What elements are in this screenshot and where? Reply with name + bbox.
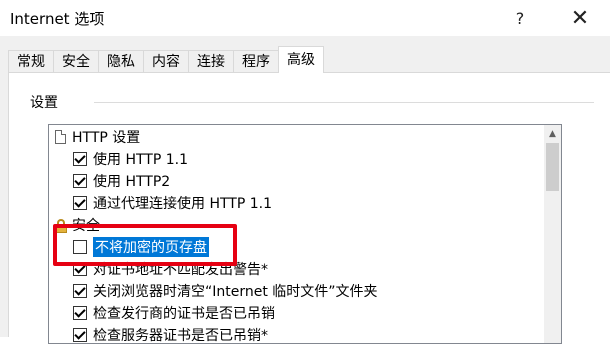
- tab-content[interactable]: 内容: [143, 50, 189, 73]
- checkbox[interactable]: [73, 306, 87, 320]
- tab-advanced[interactable]: 高级: [278, 46, 324, 73]
- settings-group-label: 设置: [30, 92, 64, 112]
- tab-security[interactable]: 安全: [53, 50, 99, 73]
- item-label: HTTP 设置: [72, 130, 141, 146]
- list-item-clear-temp-files[interactable]: 关闭浏览器时清空“Internet 临时文件”文件夹: [73, 280, 378, 302]
- list-item-http11[interactable]: 使用 HTTP 1.1: [73, 148, 188, 170]
- item-label: 检查发行商的证书是否已吊销: [93, 306, 275, 322]
- lock-icon: [55, 218, 67, 233]
- close-button[interactable]: ✕: [560, 4, 600, 32]
- scroll-thumb[interactable]: [546, 143, 559, 191]
- list-item-publisher-revocation[interactable]: 检查发行商的证书是否已吊销: [73, 302, 275, 324]
- list-item-proxy-http11[interactable]: 通过代理连接使用 HTTP 1.1: [73, 192, 272, 214]
- list-item-http-settings: HTTP 设置: [55, 126, 140, 148]
- item-label: 对证书地址不匹配发出警告*: [93, 262, 268, 278]
- group-divider: [94, 102, 594, 103]
- tab-connections[interactable]: 连接: [188, 50, 234, 73]
- document-icon: [55, 130, 66, 144]
- list-item-no-save-encrypted[interactable]: 不将加密的页存盘: [73, 236, 209, 258]
- tab-privacy[interactable]: 隐私: [98, 50, 144, 73]
- item-label: 不将加密的页存盘: [93, 237, 209, 257]
- checkbox[interactable]: [73, 152, 87, 166]
- tab-programs[interactable]: 程序: [233, 50, 279, 73]
- checkbox[interactable]: [73, 284, 87, 298]
- checkbox[interactable]: [73, 174, 87, 188]
- list-item-http2[interactable]: 使用 HTTP2: [73, 170, 170, 192]
- help-button[interactable]: ?: [500, 4, 540, 32]
- vertical-scrollbar[interactable]: ▲: [544, 125, 561, 343]
- tab-general[interactable]: 常规: [8, 50, 54, 73]
- item-label: 使用 HTTP 1.1: [93, 152, 188, 168]
- title-bar: Internet 选项 ? ✕: [0, 0, 610, 36]
- checkbox[interactable]: [73, 240, 87, 254]
- scroll-up-arrow-icon[interactable]: ▲: [544, 125, 561, 142]
- checkbox[interactable]: [73, 196, 87, 210]
- item-label: 关闭浏览器时清空“Internet 临时文件”文件夹: [93, 284, 378, 300]
- item-label: 通过代理连接使用 HTTP 1.1: [93, 196, 272, 212]
- item-label: 安全: [72, 218, 100, 234]
- checkbox[interactable]: [73, 328, 87, 342]
- item-label: 检查服务器证书是否已吊销*: [93, 328, 268, 344]
- window-title: Internet 选项: [10, 10, 105, 28]
- list-item-security-header: 安全: [55, 214, 100, 236]
- item-label: 使用 HTTP2: [93, 174, 171, 190]
- list-item-server-revocation[interactable]: 检查服务器证书是否已吊销*: [73, 324, 268, 346]
- list-item-cert-mismatch[interactable]: 对证书地址不匹配发出警告*: [73, 258, 268, 280]
- checkbox[interactable]: [73, 262, 87, 276]
- tab-strip: 常规 安全 隐私 内容 连接 程序 高级: [8, 46, 324, 73]
- settings-listbox[interactable]: ▲ HTTP 设置 使用 HTTP 1.1 使用 HTTP2 通过代理连接使用 …: [48, 124, 562, 344]
